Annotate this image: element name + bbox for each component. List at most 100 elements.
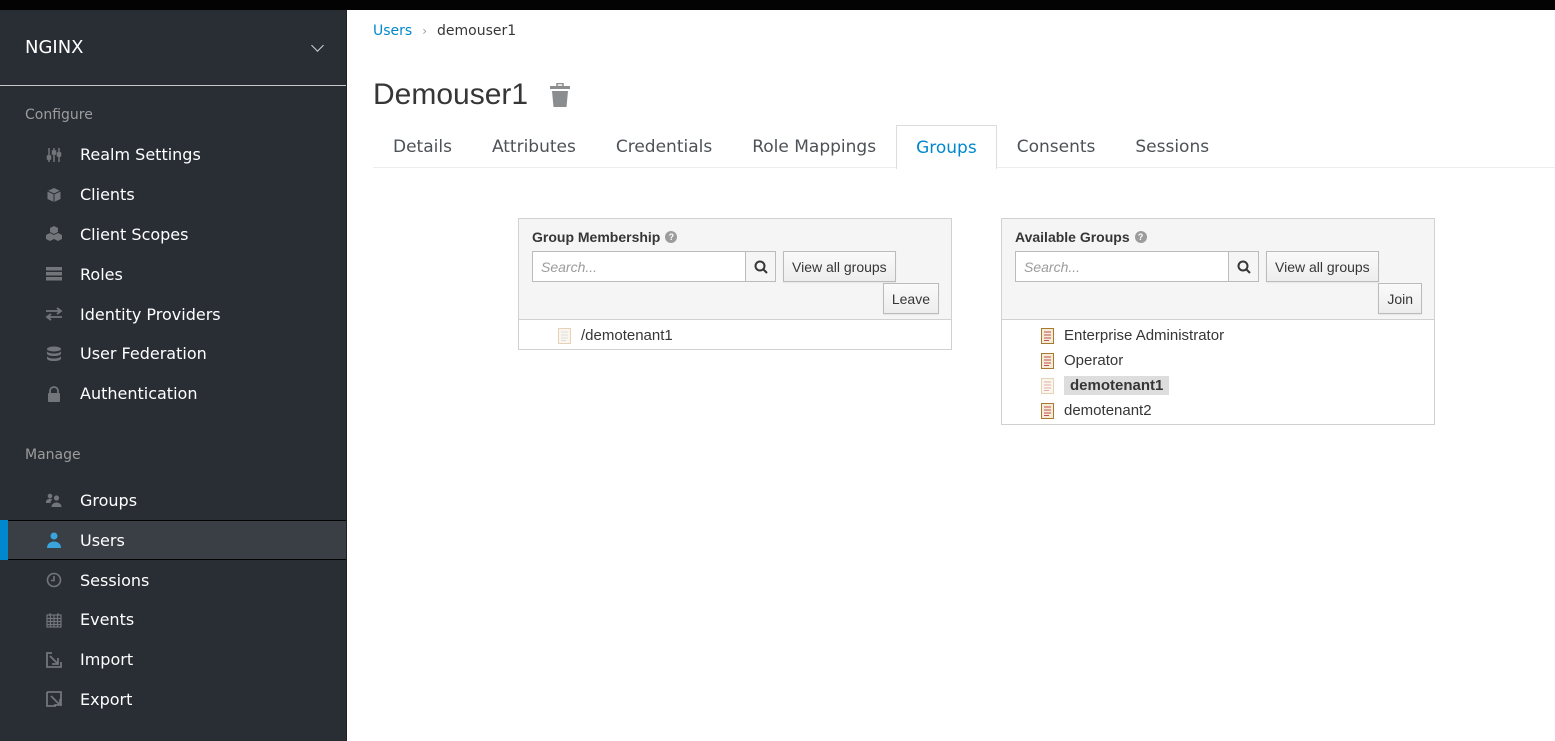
sidebar-item-label: Authentication xyxy=(80,384,198,404)
sidebar-item-realm-settings[interactable]: Realm Settings xyxy=(0,135,346,175)
help-icon[interactable]: ? xyxy=(665,231,678,243)
page-title: Demouser1 xyxy=(373,78,529,111)
group-membership-header: Group Membership ? View all groups Leave xyxy=(519,219,951,320)
tab-credentials[interactable]: Credentials xyxy=(596,125,732,168)
sidebar-item-label: Import xyxy=(80,650,134,670)
chevron-down-icon xyxy=(311,38,324,52)
sidebar-item-sessions[interactable]: Sessions xyxy=(0,560,346,600)
sidebar-item-label: Sessions xyxy=(80,570,150,590)
group-name: Operator xyxy=(1064,352,1124,369)
export-icon xyxy=(45,690,63,708)
sidebar-item-client-scopes[interactable]: Client Scopes xyxy=(0,215,346,255)
tab-attributes[interactable]: Attributes xyxy=(472,125,596,168)
available-search xyxy=(1015,251,1259,282)
tree-node[interactable]: Enterprise Administrator xyxy=(1041,323,1434,348)
calendar-icon xyxy=(45,611,63,629)
sidebar-item-label: Identity Providers xyxy=(80,304,221,324)
membership-search-button[interactable] xyxy=(745,251,776,282)
configure-heading: Configure xyxy=(25,107,93,123)
user-icon xyxy=(45,531,63,549)
help-icon[interactable]: ? xyxy=(1134,231,1147,243)
panel-title-text: Group Membership xyxy=(532,229,661,245)
group-name: demotenant2 xyxy=(1064,402,1152,419)
tree-node-selected[interactable]: demotenant1 xyxy=(1041,373,1434,398)
exchange-icon xyxy=(45,305,63,323)
sidebar-item-export[interactable]: Export xyxy=(0,680,346,720)
membership-search xyxy=(532,251,776,282)
top-bar xyxy=(0,0,1555,10)
configure-nav: Realm Settings Clients Client Scopes Rol… xyxy=(0,135,346,414)
available-groups-header: Available Groups ? View all groups Join xyxy=(1002,219,1434,320)
sidebar-item-users[interactable]: Users xyxy=(0,520,346,561)
membership-search-input[interactable] xyxy=(532,251,745,282)
available-view-all-groups-button[interactable]: View all groups xyxy=(1266,251,1379,282)
membership-group-tree: /demotenant1 xyxy=(519,320,951,349)
membership-view-all-groups-button[interactable]: View all groups xyxy=(783,251,896,282)
available-groups-panel: Available Groups ? View all groups Join … xyxy=(1001,218,1435,425)
tree-node[interactable]: demotenant2 xyxy=(1041,398,1434,423)
cubes-icon xyxy=(45,225,63,243)
sidebar-item-groups[interactable]: Groups xyxy=(0,481,346,521)
user-tabs: Details Attributes Credentials Role Mapp… xyxy=(373,125,1555,169)
manage-nav: Groups Users Sessions Events Import Expo… xyxy=(0,481,346,720)
sidebar-item-import[interactable]: Import xyxy=(0,640,346,680)
join-button[interactable]: Join xyxy=(1378,283,1422,314)
import-icon xyxy=(45,651,63,669)
server-icon xyxy=(45,265,63,283)
available-groups-title: Available Groups ? xyxy=(1015,229,1147,245)
sidebar-item-events[interactable]: Events xyxy=(0,600,346,640)
main-content: Users › demouser1 Demouser1 Details Attr… xyxy=(348,10,1555,741)
tab-sessions[interactable]: Sessions xyxy=(1115,125,1229,168)
group-membership-title: Group Membership ? xyxy=(532,229,678,245)
sidebar-item-label: Groups xyxy=(80,490,138,510)
page-header: Demouser1 xyxy=(373,78,571,112)
sidebar-item-clients[interactable]: Clients xyxy=(0,175,346,215)
search-icon xyxy=(754,260,768,274)
sidebar-item-user-federation[interactable]: User Federation xyxy=(0,334,346,374)
breadcrumb-current: demouser1 xyxy=(437,23,517,39)
document-icon xyxy=(1041,352,1054,369)
group-name: /demotenant1 xyxy=(581,327,673,344)
document-icon xyxy=(558,327,571,344)
lock-icon xyxy=(45,385,63,403)
cube-icon xyxy=(45,186,63,204)
sidebar-item-label: Client Scopes xyxy=(80,224,189,244)
sidebar-item-authentication[interactable]: Authentication xyxy=(0,374,346,414)
sidebar-item-label: Realm Settings xyxy=(80,145,201,165)
document-icon xyxy=(1041,327,1054,344)
database-icon xyxy=(45,345,63,363)
realm-name: NGINX xyxy=(25,37,84,58)
tree-node[interactable]: /demotenant1 xyxy=(558,323,951,348)
sidebar-item-label: Users xyxy=(80,530,125,550)
breadcrumb-users-link[interactable]: Users xyxy=(373,23,412,39)
sliders-icon xyxy=(45,146,63,164)
available-search-button[interactable] xyxy=(1228,251,1259,282)
tab-role-mappings[interactable]: Role Mappings xyxy=(732,125,896,168)
users-icon xyxy=(45,491,63,509)
tree-node[interactable]: Operator xyxy=(1041,348,1434,373)
document-icon xyxy=(1041,402,1054,419)
panel-title-text: Available Groups xyxy=(1015,229,1130,245)
breadcrumb-separator-icon: › xyxy=(422,24,428,38)
leave-button[interactable]: Leave xyxy=(882,283,939,314)
group-membership-panel: Group Membership ? View all groups Leave… xyxy=(518,218,952,350)
group-name: demotenant1 xyxy=(1064,376,1170,395)
clock-icon xyxy=(45,571,63,589)
sidebar-item-label: Export xyxy=(80,689,133,709)
sidebar-item-roles[interactable]: Roles xyxy=(0,254,346,294)
sidebar-item-label: User Federation xyxy=(80,344,207,364)
sidebar-item-label: Events xyxy=(80,610,135,630)
document-icon xyxy=(1041,377,1054,394)
available-search-input[interactable] xyxy=(1015,251,1228,282)
realm-selector[interactable]: NGINX xyxy=(0,10,346,86)
manage-heading: Manage xyxy=(25,446,81,463)
tab-details[interactable]: Details xyxy=(373,125,472,168)
search-icon xyxy=(1237,260,1251,274)
tab-consents[interactable]: Consents xyxy=(997,125,1116,168)
trash-icon[interactable] xyxy=(550,82,571,111)
tab-groups[interactable]: Groups xyxy=(896,125,997,169)
sidebar-item-label: Roles xyxy=(80,264,123,284)
sidebar: NGINX Configure Realm Settings Clients C… xyxy=(0,10,347,741)
sidebar-item-identity-providers[interactable]: Identity Providers xyxy=(0,294,346,334)
available-group-tree: Enterprise Administrator Operator demote… xyxy=(1002,320,1434,424)
